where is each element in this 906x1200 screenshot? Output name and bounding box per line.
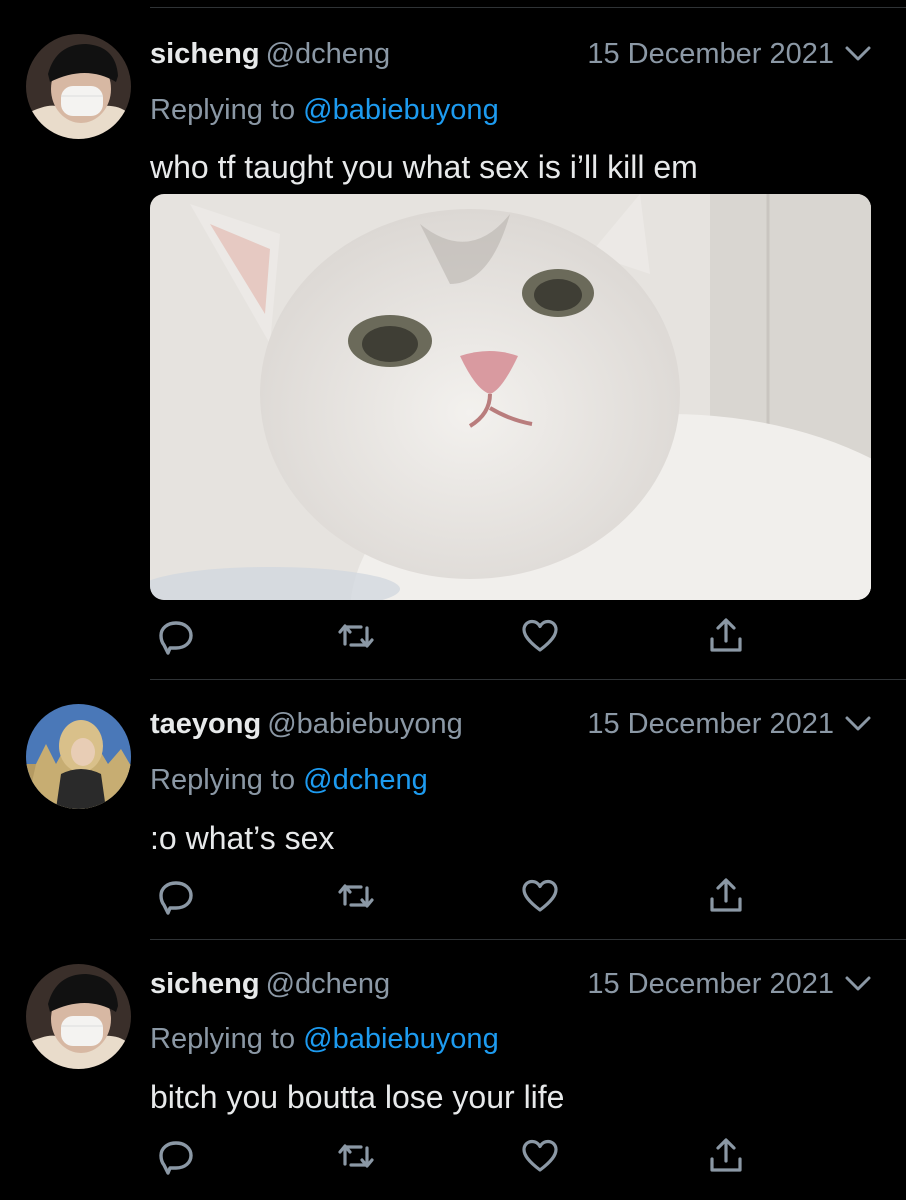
chevron-down-icon[interactable] <box>844 974 872 994</box>
retweet-icon <box>338 884 374 908</box>
tweet-header: sicheng @dcheng 15 December 2021 <box>150 38 872 78</box>
like-button[interactable] <box>520 616 560 656</box>
avatar[interactable] <box>26 34 131 139</box>
avatar-sicheng-image <box>26 964 131 1069</box>
share-icon <box>710 878 742 912</box>
display-name[interactable]: sicheng @dcheng <box>150 38 390 71</box>
retweet-button[interactable] <box>336 1136 376 1176</box>
reply-button[interactable] <box>156 1136 196 1176</box>
avatar[interactable] <box>26 964 131 1069</box>
tweet-header: taeyong @babiebuyong 15 December 2021 <box>150 708 872 748</box>
display-name[interactable]: sicheng @dcheng <box>150 968 390 1001</box>
reply-icon <box>159 621 193 655</box>
tweet-actions <box>150 616 750 656</box>
reply-icon <box>159 1141 193 1175</box>
display-name[interactable]: taeyong @babiebuyong <box>150 708 463 741</box>
reply-icon <box>159 881 193 915</box>
retweet-button[interactable] <box>336 616 376 656</box>
like-button[interactable] <box>520 876 560 916</box>
retweet-icon <box>338 624 374 648</box>
reply-button[interactable] <box>156 616 196 656</box>
tweet-divider <box>150 939 906 940</box>
user-handle[interactable]: @babiebuyong <box>267 708 463 740</box>
tweet-date[interactable]: 15 December 2021 <box>587 38 834 71</box>
avatar-taeyong-image <box>26 704 131 809</box>
top-divider <box>150 7 906 8</box>
tweet-divider <box>150 679 906 680</box>
tweet-date[interactable]: 15 December 2021 <box>587 968 834 1001</box>
tweet-text: who tf taught you what sex is i’ll kill … <box>150 149 698 185</box>
user-handle[interactable]: @dcheng <box>266 38 391 70</box>
heart-icon <box>522 1139 558 1172</box>
tweet-header: sicheng @dcheng 15 December 2021 <box>150 968 872 1008</box>
tweet-media-image[interactable] <box>150 194 871 600</box>
user-handle[interactable]: @dcheng <box>266 968 391 1000</box>
retweet-button[interactable] <box>336 876 376 916</box>
share-button[interactable] <box>706 616 746 656</box>
like-button[interactable] <box>520 1136 560 1176</box>
mention-link[interactable]: @dcheng <box>303 764 428 796</box>
heart-icon <box>522 879 558 912</box>
retweet-icon <box>338 1144 374 1168</box>
replying-to: Replying to @babiebuyong <box>150 94 499 126</box>
tweet-actions <box>150 876 750 916</box>
tweet-date[interactable]: 15 December 2021 <box>587 708 834 741</box>
tweet-text: :o what’s sex <box>150 820 335 856</box>
replying-to: Replying to @dcheng <box>150 764 428 796</box>
mention-link[interactable]: @babiebuyong <box>303 94 499 126</box>
tweet-actions <box>150 1136 750 1176</box>
share-button[interactable] <box>706 1136 746 1176</box>
avatar[interactable] <box>26 704 131 809</box>
reply-button[interactable] <box>156 876 196 916</box>
avatar-sicheng-image <box>26 34 131 139</box>
heart-icon <box>522 619 558 652</box>
share-button[interactable] <box>706 876 746 916</box>
share-icon <box>710 618 742 652</box>
replying-to: Replying to @babiebuyong <box>150 1023 499 1055</box>
chevron-down-icon[interactable] <box>844 44 872 64</box>
chevron-down-icon[interactable] <box>844 714 872 734</box>
share-icon <box>710 1138 742 1172</box>
tweet-text: bitch you boutta lose your life <box>150 1079 565 1115</box>
mention-link[interactable]: @babiebuyong <box>303 1023 499 1055</box>
